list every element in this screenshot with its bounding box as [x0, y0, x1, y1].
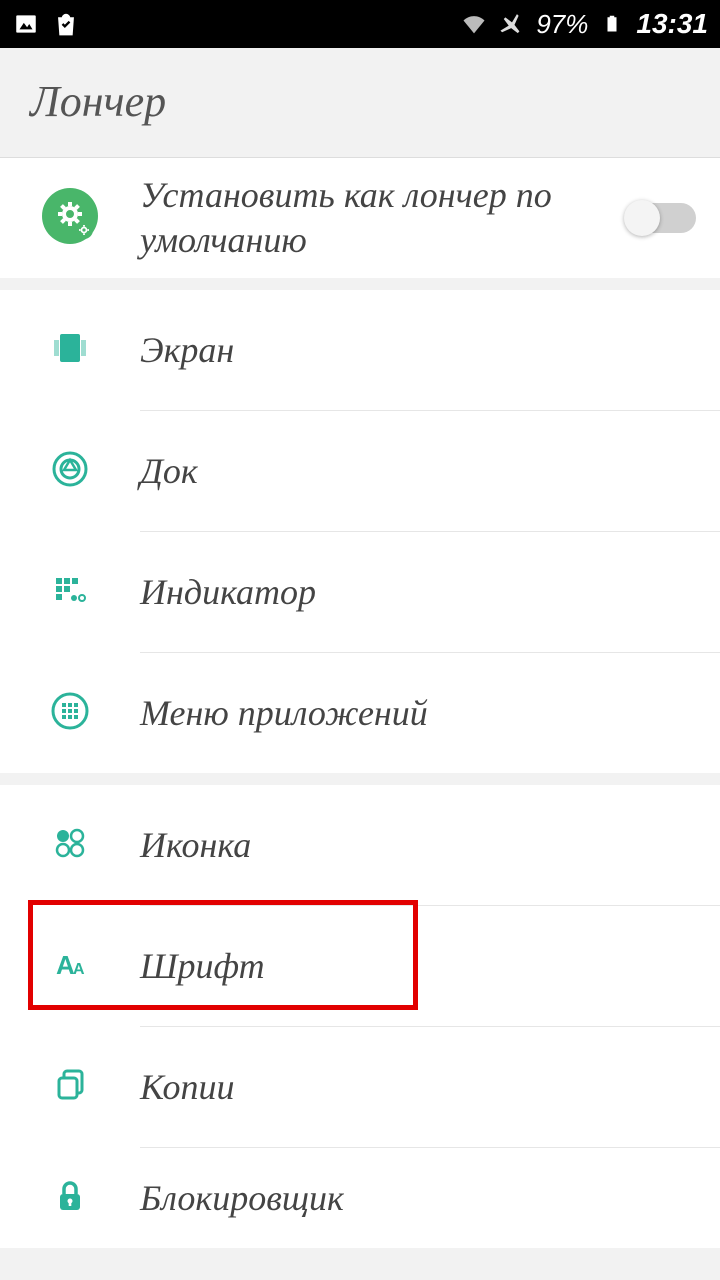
row-label: Меню приложений: [140, 691, 696, 736]
row-indicator[interactable]: Индикатор: [0, 532, 720, 652]
row-app-menu[interactable]: Меню приложений: [0, 653, 720, 773]
page-title: Лончер: [30, 76, 690, 127]
row-label: Экран: [140, 328, 696, 373]
row-icon[interactable]: Иконка: [0, 785, 720, 905]
gear-badge-icon: [42, 188, 98, 249]
row-label: Копии: [140, 1065, 696, 1110]
row-label: Блокировщик: [140, 1176, 696, 1221]
indicator-icon: [50, 570, 90, 615]
shopping-bag-icon: [52, 10, 80, 38]
section-default-launcher: Установить как лончер по умолчанию: [0, 158, 720, 278]
row-screen[interactable]: Экран: [0, 290, 720, 410]
svg-text:A: A: [73, 961, 85, 978]
row-label: Док: [140, 449, 696, 494]
status-bar: 97% 13:31: [0, 0, 720, 48]
row-font[interactable]: A A Шрифт: [0, 906, 720, 1026]
dock-icon: [50, 449, 90, 494]
shapes-icon: [50, 823, 90, 868]
section-layout: Экран Док Индикатор Меню прило: [0, 290, 720, 773]
row-label: Иконка: [140, 823, 696, 868]
row-default-launcher[interactable]: Установить как лончер по умолчанию: [0, 158, 720, 278]
row-label: Установить как лончер по умолчанию: [140, 173, 626, 263]
battery-icon: [598, 10, 626, 38]
airplane-icon: [498, 10, 526, 38]
copies-icon: [50, 1065, 90, 1110]
screen-icon: [50, 328, 90, 373]
default-launcher-toggle[interactable]: [626, 203, 696, 233]
image-icon: [12, 10, 40, 38]
lock-icon: [50, 1176, 90, 1221]
battery-percentage: 97%: [536, 9, 588, 40]
row-blocker[interactable]: Блокировщик: [0, 1148, 720, 1248]
page-header: Лончер: [0, 48, 720, 158]
wifi-icon: [460, 10, 488, 38]
row-dock[interactable]: Док: [0, 411, 720, 531]
row-label: Шрифт: [140, 944, 696, 989]
row-label: Индикатор: [140, 570, 696, 615]
font-icon: A A: [50, 944, 90, 989]
app-grid-icon: [50, 691, 90, 736]
row-copies[interactable]: Копии: [0, 1027, 720, 1147]
section-appearance: Иконка A A Шрифт Копии: [0, 785, 720, 1248]
clock: 13:31: [636, 8, 708, 40]
